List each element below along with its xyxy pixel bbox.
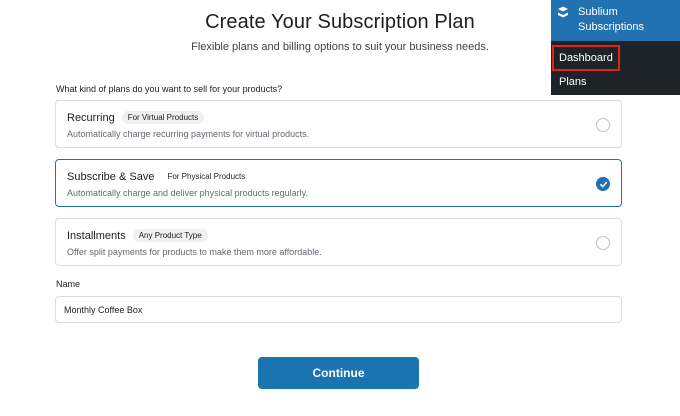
plan-option-installments[interactable]: Installments Any Product Type Offer spli… — [55, 218, 622, 266]
plan-option-description: Offer split payments for products to mak… — [67, 247, 322, 257]
sublium-logo-icon — [558, 6, 568, 18]
plan-option-badge: For Virtual Products — [121, 111, 205, 124]
name-field-label: Name — [56, 279, 81, 289]
admin-menu-title-line1: Sublium — [578, 6, 618, 18]
plan-option-description: Automatically charge recurring payments … — [67, 129, 310, 139]
plan-type-question: What kind of plans do you want to sell f… — [56, 84, 283, 94]
plan-option-radio-checked[interactable] — [596, 177, 610, 191]
plan-option-radio[interactable] — [596, 236, 610, 250]
dashboard-highlight-box — [552, 45, 620, 71]
plan-option-title: Installments — [67, 229, 126, 242]
plan-option-badge: For Physical Products — [167, 172, 246, 181]
name-input[interactable] — [55, 296, 622, 323]
admin-menu-header[interactable]: Sublium Subscriptions — [551, 0, 680, 41]
plan-option-radio[interactable] — [596, 118, 610, 132]
plan-option-title-row: Recurring For Virtual Products — [67, 111, 205, 124]
checkmark-icon — [599, 181, 607, 187]
plan-option-title: Recurring — [67, 111, 115, 124]
plan-option-recurring[interactable]: Recurring For Virtual Products Automatic… — [55, 100, 622, 148]
continue-button[interactable]: Continue — [258, 357, 419, 389]
plan-option-subscribe-save[interactable]: Subscribe & Save For Physical Products A… — [55, 159, 622, 207]
plan-option-title-row: Subscribe & Save For Physical Products — [67, 170, 251, 183]
plan-option-description: Automatically charge and deliver physica… — [67, 188, 308, 198]
plan-option-badge: Any Product Type — [132, 229, 208, 242]
admin-menu-title-line2: Subscriptions — [578, 21, 645, 33]
admin-menu-item-plans[interactable]: Plans — [559, 76, 587, 88]
plan-option-title: Subscribe & Save — [67, 170, 155, 183]
plan-option-title-row: Installments Any Product Type — [67, 229, 208, 242]
admin-menu-title: Sublium Subscriptions — [578, 5, 644, 35]
